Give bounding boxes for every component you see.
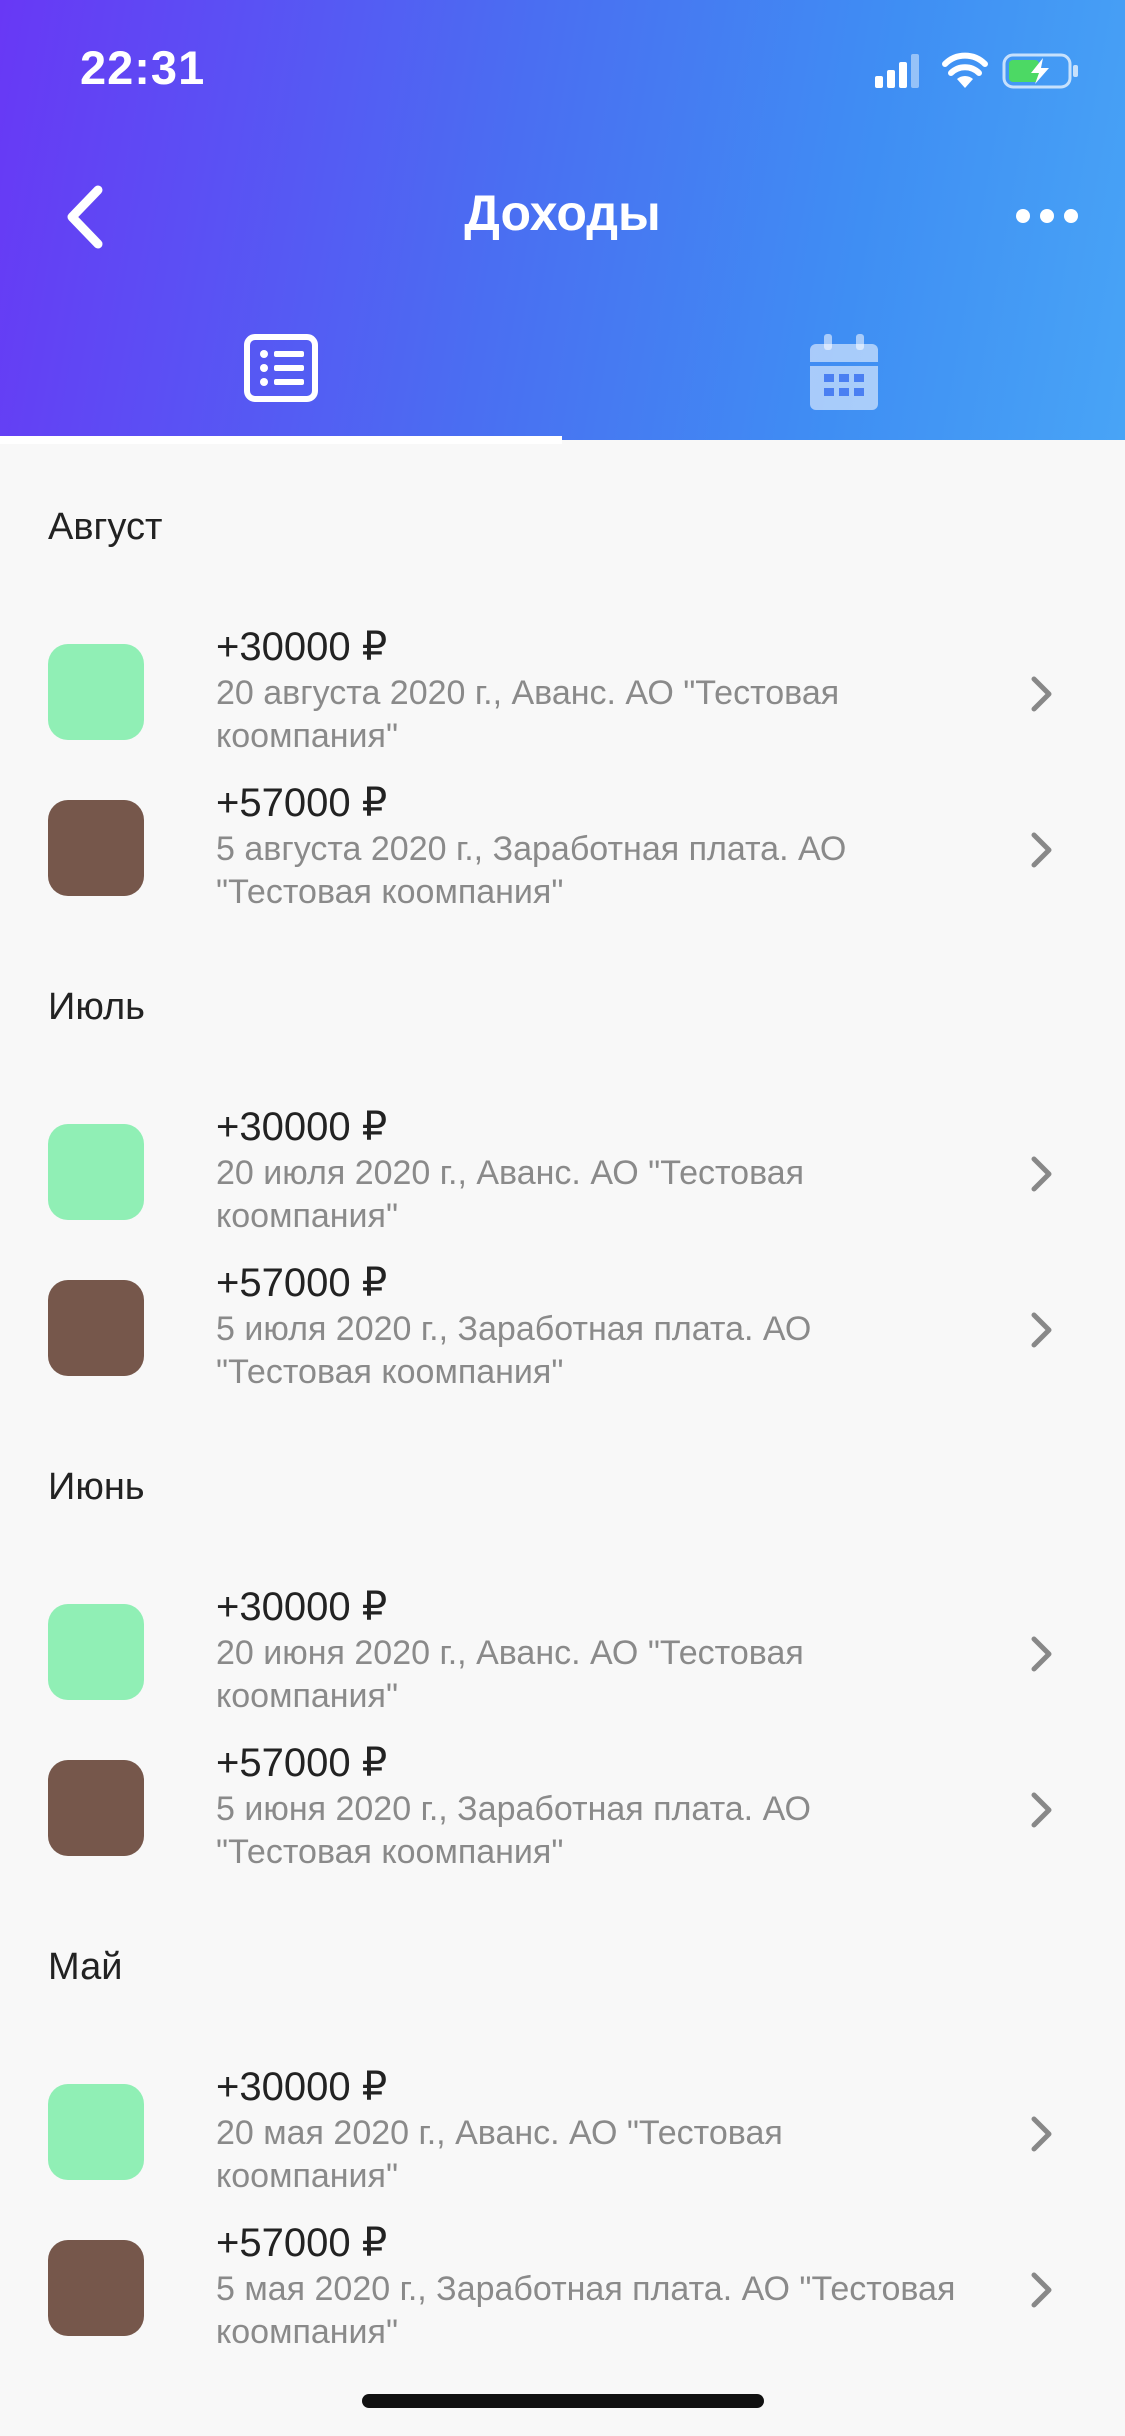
active-tab-indicator bbox=[0, 436, 562, 444]
chevron-right-icon bbox=[1031, 1312, 1052, 1348]
list-icon bbox=[244, 334, 318, 402]
category-color bbox=[48, 2240, 144, 2336]
section-title: Май bbox=[48, 1946, 123, 1988]
description: 5 мая 2020 г., Заработная плата. АО "Тес… bbox=[216, 2270, 956, 2351]
chevron-right-icon bbox=[1031, 1156, 1052, 1192]
description: 5 июня 2020 г., Заработная плата. АО "Те… bbox=[216, 1790, 811, 1871]
chevron-right-icon bbox=[1031, 1636, 1052, 1672]
section-title: Июнь bbox=[48, 1466, 145, 1508]
calendar-icon bbox=[810, 334, 878, 410]
status-time: 22:31 bbox=[80, 41, 206, 94]
more-icon[interactable] bbox=[1015, 198, 1079, 234]
section-title: Июль bbox=[48, 986, 145, 1028]
status-icons bbox=[875, 52, 1078, 89]
list-item[interactable]: +57000 ₽ 5 августа 2020 г., Заработная п… bbox=[0, 780, 1125, 930]
description: 20 июня 2020 г., Аванс. АО "Тестовая коо… bbox=[216, 1634, 804, 1715]
category-color bbox=[48, 800, 144, 896]
amount: +30000 ₽ bbox=[216, 1105, 388, 1149]
page-title: Доходы bbox=[464, 185, 661, 241]
description: 20 мая 2020 г., Аванс. АО "Тестовая коом… bbox=[216, 2114, 783, 2195]
amount: +30000 ₽ bbox=[216, 1585, 388, 1629]
section-title: Август bbox=[48, 506, 163, 548]
home-indicator bbox=[362, 2394, 764, 2408]
description: 5 июля 2020 г., Заработная плата. АО "Те… bbox=[216, 1310, 812, 1391]
wifi-icon bbox=[942, 52, 988, 88]
amount: +30000 ₽ bbox=[216, 625, 388, 669]
description: 5 августа 2020 г., Заработная плата. АО … bbox=[216, 830, 847, 911]
chevron-right-icon bbox=[1031, 2272, 1052, 2308]
category-color bbox=[48, 1124, 144, 1220]
list-item[interactable]: +30000 ₽ 20 августа 2020 г., Аванс. АО "… bbox=[0, 624, 1125, 774]
category-color bbox=[48, 2084, 144, 2180]
chevron-right-icon bbox=[1031, 1792, 1052, 1828]
tab-list[interactable] bbox=[0, 320, 562, 440]
category-color bbox=[48, 644, 144, 740]
category-color bbox=[48, 1760, 144, 1856]
battery-icon bbox=[1002, 53, 1078, 89]
header: 22:31 Доходы bbox=[0, 0, 1125, 444]
amount: +57000 ₽ bbox=[216, 2221, 388, 2265]
amount: +57000 ₽ bbox=[216, 781, 388, 825]
description: 20 августа 2020 г., Аванс. АО "Тестовая … bbox=[216, 674, 840, 755]
amount: +30000 ₽ bbox=[216, 2065, 388, 2109]
chevron-right-icon bbox=[1031, 676, 1052, 712]
category-color bbox=[48, 1604, 144, 1700]
list-item[interactable]: +30000 ₽ 20 июля 2020 г., Аванс. АО "Тес… bbox=[0, 1104, 1125, 1254]
category-color bbox=[48, 1280, 144, 1376]
list-item[interactable]: +57000 ₽ 5 мая 2020 г., Заработная плата… bbox=[0, 2220, 1125, 2370]
signal-icon bbox=[875, 54, 919, 88]
amount: +57000 ₽ bbox=[216, 1741, 388, 1785]
list-item[interactable]: +30000 ₽ 20 мая 2020 г., Аванс. АО "Тест… bbox=[0, 2064, 1125, 2214]
list-item[interactable]: +30000 ₽ 20 июня 2020 г., Аванс. АО "Тес… bbox=[0, 1584, 1125, 1734]
amount: +57000 ₽ bbox=[216, 1261, 388, 1305]
list-item[interactable]: +57000 ₽ 5 июня 2020 г., Заработная плат… bbox=[0, 1740, 1125, 1890]
tab-calendar[interactable] bbox=[563, 320, 1125, 440]
chevron-right-icon bbox=[1031, 832, 1052, 868]
chevron-right-icon bbox=[1031, 2116, 1052, 2152]
list-item[interactable]: +57000 ₽ 5 июля 2020 г., Заработная плат… bbox=[0, 1260, 1125, 1410]
description: 20 июля 2020 г., Аванс. АО "Тестовая коо… bbox=[216, 1154, 805, 1235]
